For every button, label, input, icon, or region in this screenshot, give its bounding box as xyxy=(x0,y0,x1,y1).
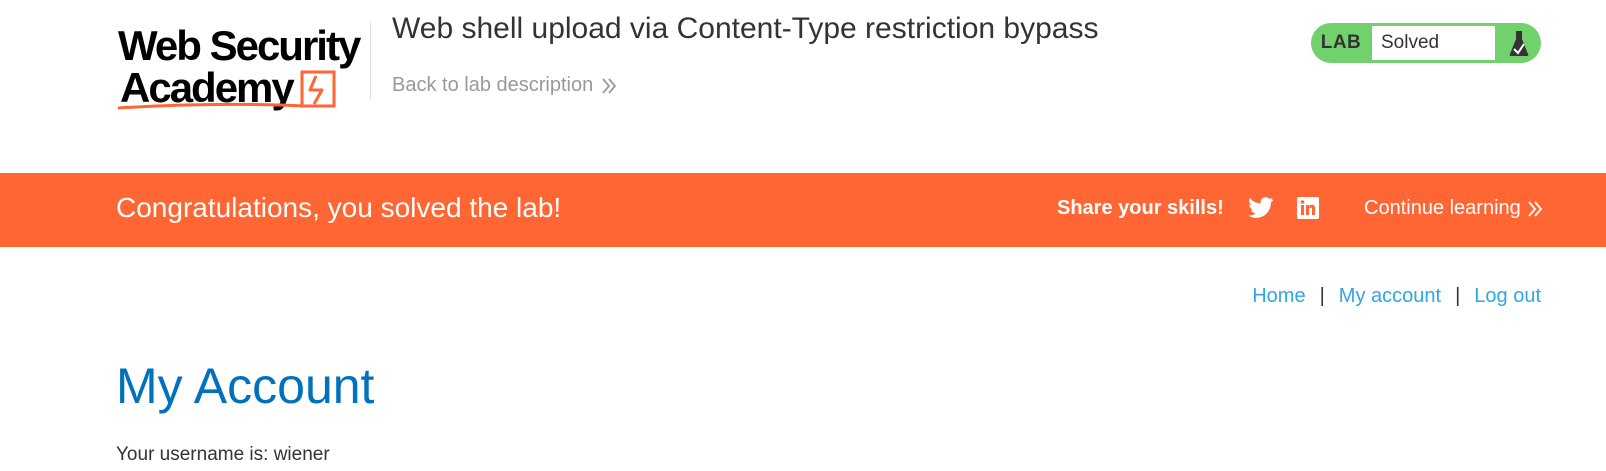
nav-my-account-link[interactable]: My account xyxy=(1339,285,1441,308)
logo-line1: Web Security xyxy=(118,22,362,69)
back-to-lab-description-link[interactable]: Back to lab description xyxy=(392,74,617,97)
solved-banner: Congratulations, you solved the lab! Sha… xyxy=(0,173,1606,247)
nav-separator: | xyxy=(1319,285,1325,307)
share-skills-label: Share your skills! xyxy=(1057,197,1224,219)
lab-status-text: Solved xyxy=(1371,25,1496,61)
web-security-academy-logo[interactable]: Web Security Academy xyxy=(116,20,376,116)
lab-badge: LAB xyxy=(1320,32,1362,53)
page-title: My Account xyxy=(116,358,375,414)
congratulations-message: Congratulations, you solved the lab! xyxy=(116,192,562,223)
nav-separator: | xyxy=(1455,285,1461,307)
username-text: Your username is: wiener xyxy=(116,444,330,465)
logo-graphic: Web Security Academy xyxy=(117,22,364,111)
account-nav: Home | My account | Log out xyxy=(1252,285,1541,308)
nav-home-link[interactable]: Home xyxy=(1252,285,1305,308)
nav-log-out-link[interactable]: Log out xyxy=(1474,285,1541,308)
lab-header: Web Security Academy Web shell upload vi… xyxy=(0,0,1606,172)
linkedin-icon[interactable] xyxy=(1297,197,1319,219)
logo-divider xyxy=(370,22,371,100)
lab-flask-container xyxy=(1496,23,1541,63)
chevron-double-right-icon xyxy=(1528,200,1542,217)
continue-learning-link[interactable]: Continue learning xyxy=(1364,197,1543,220)
flask-icon xyxy=(1509,31,1528,56)
chevron-double-right-icon xyxy=(602,77,617,94)
twitter-icon[interactable] xyxy=(1248,197,1274,219)
continue-learning-label: Continue learning xyxy=(1364,197,1521,219)
back-link-label: Back to lab description xyxy=(392,74,594,96)
lab-title: Web shell upload via Content-Type restri… xyxy=(392,12,1099,45)
lab-status-widget: LAB Solved xyxy=(1311,23,1541,63)
